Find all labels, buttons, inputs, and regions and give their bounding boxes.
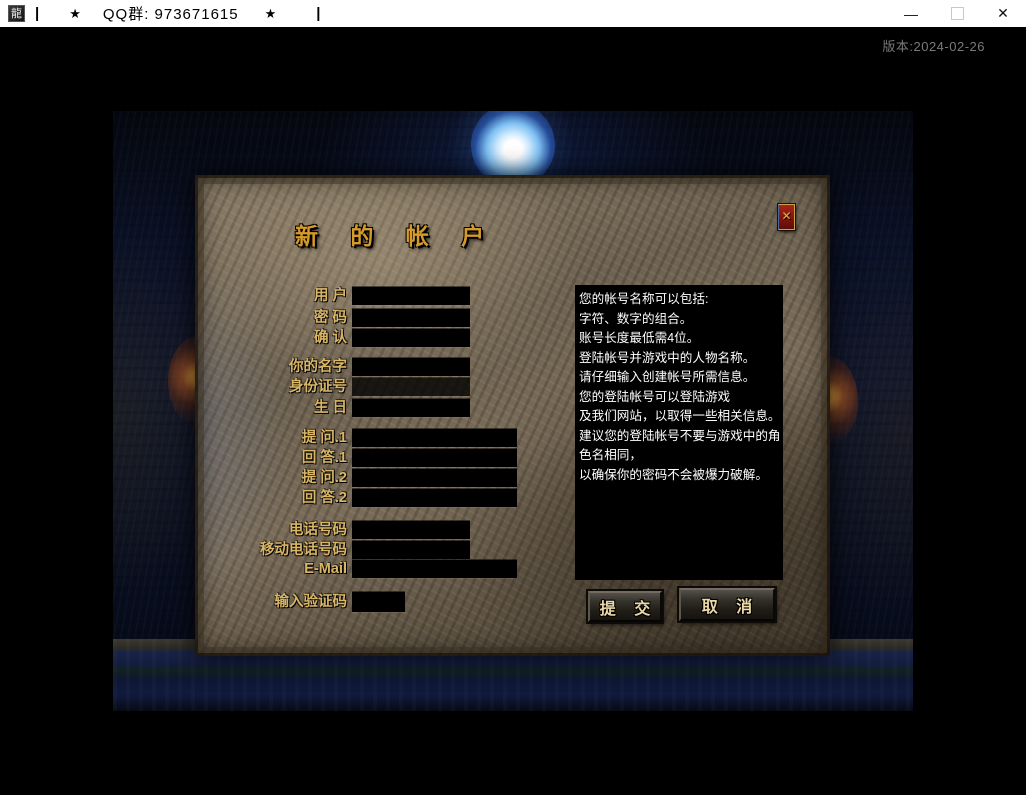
app-icon: 龍 bbox=[8, 5, 25, 22]
info-line: 账号长度最低需4位。 bbox=[579, 329, 779, 349]
mobile-phone-input[interactable] bbox=[352, 541, 470, 559]
close-button[interactable]: ✕ bbox=[980, 0, 1026, 27]
submit-button[interactable]: 提 交 bbox=[588, 591, 662, 622]
username-label: 用 户 bbox=[195, 287, 347, 305]
info-line: 您的登陆帐号可以登陆游戏 bbox=[579, 388, 779, 408]
email-input[interactable] bbox=[352, 560, 517, 578]
info-line: 您的帐号名称可以包括: bbox=[579, 290, 779, 310]
titlebar-separator-right: | bbox=[316, 5, 320, 22]
confirm-password-input[interactable] bbox=[352, 329, 470, 347]
id-number-input[interactable] bbox=[352, 378, 470, 396]
maximize-button[interactable] bbox=[934, 0, 980, 27]
game-screen: 新 的 帐 户 ✕ 用 户 密 码 确 认 你的名字 身份证号 生 日 提 问.… bbox=[113, 111, 913, 711]
info-line: 色名相同， bbox=[579, 446, 779, 466]
info-line: 请仔细输入创建帐号所需信息。 bbox=[579, 368, 779, 388]
answer2-input[interactable] bbox=[352, 489, 517, 507]
password-input[interactable] bbox=[352, 309, 470, 327]
application-window: 龍 | ★ QQ群: 973671615 ★ | — ✕ 版本:2024-02-… bbox=[0, 0, 1026, 795]
window-controls: — ✕ bbox=[888, 0, 1026, 27]
id-number-label: 身份证号 bbox=[195, 378, 347, 396]
question1-input[interactable] bbox=[352, 429, 517, 447]
real-name-label: 你的名字 bbox=[195, 358, 347, 376]
confirm-password-label: 确 认 bbox=[195, 329, 347, 347]
password-label: 密 码 bbox=[195, 309, 347, 327]
birthday-label: 生 日 bbox=[195, 399, 347, 417]
info-line: 建议您的登陆帐号不要与游戏中的角 bbox=[579, 427, 779, 447]
dialog-close-button[interactable]: ✕ bbox=[778, 204, 795, 230]
captcha-input[interactable] bbox=[352, 592, 405, 612]
question2-label: 提 问.2 bbox=[195, 469, 347, 487]
minimize-button[interactable]: — bbox=[888, 0, 934, 27]
username-input[interactable] bbox=[352, 287, 470, 305]
captcha-label: 输入验证码 bbox=[195, 593, 347, 611]
question1-label: 提 问.1 bbox=[195, 429, 347, 447]
email-label: E-Mail bbox=[195, 560, 347, 578]
titlebar-separator-left: | bbox=[35, 5, 39, 22]
phone-input[interactable] bbox=[352, 521, 470, 539]
star-icon-left: ★ bbox=[69, 6, 81, 22]
version-label: 版本:2024-02-26 bbox=[882, 36, 985, 55]
cancel-button[interactable]: 取 消 bbox=[679, 588, 775, 621]
account-info-box: 您的帐号名称可以包括: 字符、数字的组合。 账号长度最低需4位。 登陆帐号并游戏… bbox=[575, 285, 783, 580]
maximize-icon bbox=[951, 7, 964, 20]
answer2-label: 回 答.2 bbox=[195, 489, 347, 507]
question2-input[interactable] bbox=[352, 469, 517, 487]
answer1-input[interactable] bbox=[352, 449, 517, 467]
info-line: 字符、数字的组合。 bbox=[579, 310, 779, 330]
info-line: 以确保你的密码不会被爆力破解。 bbox=[579, 466, 779, 486]
answer1-label: 回 答.1 bbox=[195, 449, 347, 467]
qq-group-label: QQ群: 973671615 bbox=[103, 3, 239, 24]
window-titlebar: 龍 | ★ QQ群: 973671615 ★ | — ✕ bbox=[0, 0, 1026, 27]
real-name-input[interactable] bbox=[352, 358, 470, 376]
dialog-title: 新 的 帐 户 bbox=[295, 217, 497, 251]
star-icon-right: ★ bbox=[265, 6, 277, 22]
info-line: 登陆帐号并游戏中的人物名称。 bbox=[579, 349, 779, 369]
mobile-phone-label: 移动电话号码 bbox=[195, 541, 347, 559]
phone-label: 电话号码 bbox=[195, 521, 347, 539]
info-line: 及我们网站，以取得一些相关信息。 bbox=[579, 407, 779, 427]
birthday-input[interactable] bbox=[352, 399, 470, 417]
new-account-dialog: 新 的 帐 户 ✕ 用 户 密 码 确 认 你的名字 身份证号 生 日 提 问.… bbox=[195, 175, 830, 656]
